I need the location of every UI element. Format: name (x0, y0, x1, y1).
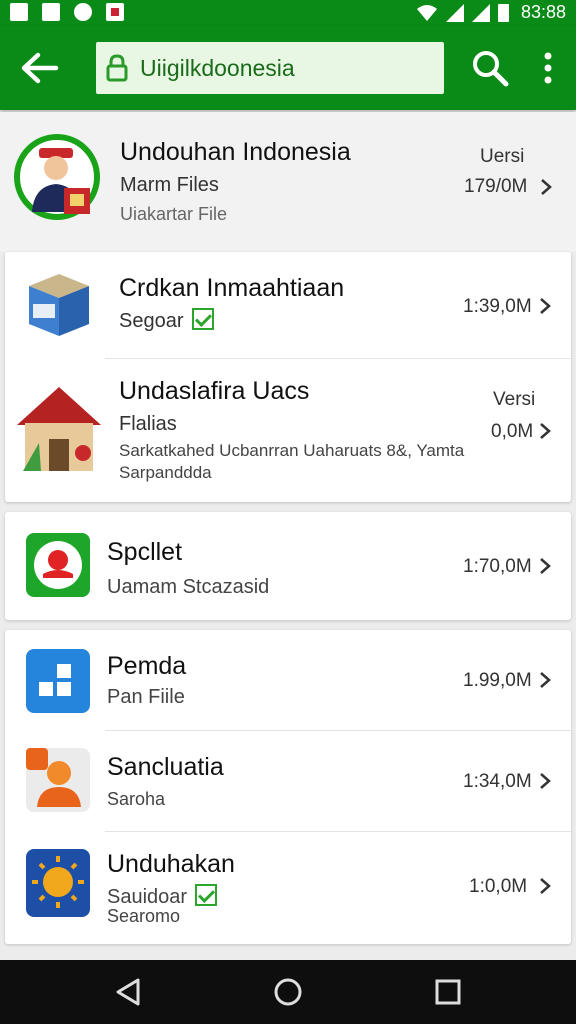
blue-grid-icon (26, 649, 90, 713)
item-title: Pemda (107, 652, 187, 680)
wifi-icon (416, 4, 437, 21)
check-icon (195, 884, 218, 906)
app-list-item[interactable]: Undaslafira Uacs Flalias Sarkatkahed Ucb… (5, 359, 571, 502)
item-size: 1:70,0M (463, 556, 532, 577)
lock-icon (106, 54, 128, 82)
orange-person-icon (26, 748, 90, 812)
house-icon (17, 387, 101, 471)
item-subtitle: Flalias (119, 413, 177, 435)
featured-subtitle: Marm Files (120, 174, 219, 196)
item-detail: Sarkatkahed Ucbanrran Uaharuats 8&, Yamt… (119, 441, 465, 460)
item-version-label: Versi (493, 389, 536, 410)
image-icon (106, 3, 124, 21)
signal-icon-2 (471, 3, 490, 22)
app-list-item[interactable]: Sancluatia Saroha 1:34,0M (5, 731, 571, 831)
item-size: 1:34,0M (463, 771, 532, 792)
item-size: 1:0,0M (469, 876, 528, 897)
item-detail-2: Sarpanddda (119, 463, 212, 482)
nav-home-icon[interactable] (270, 974, 306, 1010)
package-box-icon (29, 274, 89, 336)
app-list-item[interactable]: Spcllet Uamam Stcazasid 1:70,0M (5, 512, 571, 620)
chevron-right-icon (540, 773, 551, 789)
item-detail: Searomo (107, 906, 181, 926)
profile-avatar-icon (14, 134, 100, 220)
featured-app-item[interactable]: Undouhan Indonesia Marm Files Uiakartar … (0, 112, 576, 252)
check-icon (191, 308, 214, 330)
sync-icon (74, 3, 92, 21)
chevron-right-icon (540, 558, 551, 574)
signal-icon (445, 3, 464, 22)
url-field[interactable] (96, 42, 444, 94)
url-input[interactable] (140, 54, 430, 82)
sun-icon (26, 849, 90, 917)
featured-size: 179/0M (464, 176, 528, 197)
chevron-right-icon (540, 878, 551, 894)
back-arrow-icon[interactable] (18, 48, 62, 88)
chevron-right-icon (540, 423, 551, 439)
item-size: 0,0M (491, 421, 534, 442)
app-list-item[interactable]: Unduhakan Sauidoar Searomo 1:0,0M (5, 832, 571, 944)
item-subtitle: Pan Fiile (107, 686, 185, 708)
app-card-3: Pemda Pan Fiile 1.99,0M Sancluatia Saroh… (5, 630, 571, 944)
status-bar: 83:88 (0, 0, 576, 26)
item-subtitle: Segoar (119, 308, 214, 333)
chevron-right-icon (540, 298, 551, 314)
status-time: 83:88 (520, 2, 566, 22)
item-title: Spcllet (107, 538, 183, 566)
app-card-1: Crdkan Inmaahtiaan Segoar 1:39,0M Undasl… (5, 252, 571, 502)
app-card-2: Spcllet Uamam Stcazasid 1:70,0M (5, 512, 571, 620)
status-right-icons: 83:88 (416, 2, 566, 23)
search-icon[interactable] (470, 48, 510, 88)
more-vert-icon[interactable] (536, 50, 560, 86)
red-avatar-icon (26, 533, 90, 597)
system-nav-bar (0, 960, 576, 1024)
chevron-right-icon (540, 672, 551, 688)
item-title: Unduhakan (107, 850, 235, 878)
app-bar (0, 26, 576, 110)
app-list-item[interactable]: Pemda Pan Fiile 1.99,0M (5, 630, 571, 730)
status-left-icons (10, 3, 124, 21)
item-size: 1:39,0M (463, 296, 532, 317)
item-title: Sancluatia (107, 753, 224, 781)
featured-title: Undouhan Indonesia (120, 138, 351, 166)
nav-back-icon[interactable] (110, 974, 146, 1010)
nav-recents-icon[interactable] (430, 974, 466, 1010)
item-subtitle: Uamam Stcazasid (107, 576, 270, 598)
item-title: Undaslafira Uacs (119, 377, 310, 405)
notification-icon (10, 3, 28, 21)
featured-version-label: Uersi (480, 146, 525, 167)
chevron-right-icon (541, 179, 552, 195)
item-title: Crdkan Inmaahtiaan (119, 274, 345, 302)
featured-detail: Uiakartar File (120, 204, 228, 224)
item-subtitle: Saroha (107, 789, 166, 809)
sim-icon (42, 3, 60, 21)
app-list-item[interactable]: Crdkan Inmaahtiaan Segoar 1:39,0M (5, 252, 571, 358)
battery-icon (497, 3, 509, 22)
item-size: 1.99,0M (463, 670, 532, 691)
